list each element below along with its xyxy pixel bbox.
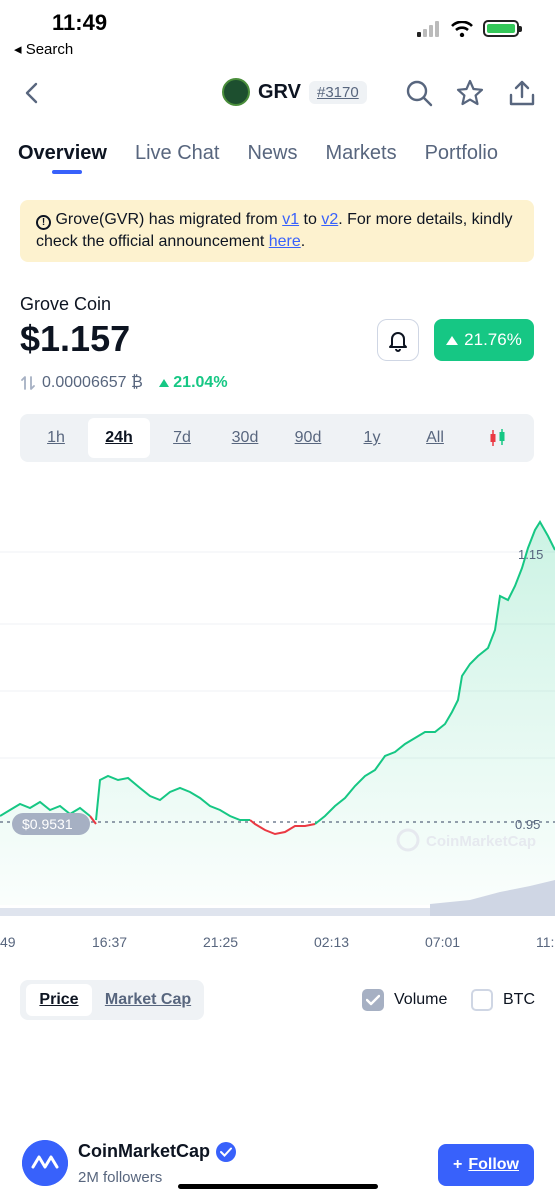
verified-badge-icon xyxy=(216,1141,237,1162)
coinmarketcap-logo xyxy=(22,1140,68,1186)
range-7d[interactable]: 7d xyxy=(158,418,206,458)
notice-link-v1[interactable]: v1 xyxy=(282,211,299,228)
x-axis-label: 07:01 xyxy=(425,934,461,950)
up-triangle-icon xyxy=(158,379,169,387)
btc-change-value: 21.04% xyxy=(173,374,228,391)
btc-change: 21.04% xyxy=(158,374,228,392)
x-axis-label: 11: xyxy=(536,934,555,950)
btc-price-row: 0.00006657 ₿ 21.04% xyxy=(20,374,228,392)
range-all[interactable]: All xyxy=(412,418,458,458)
wifi-icon xyxy=(451,20,473,37)
candlestick-icon[interactable] xyxy=(488,428,508,448)
plus-icon: + xyxy=(453,1156,463,1173)
tab-markets[interactable]: Markets xyxy=(325,142,396,165)
notice-link-v2[interactable]: v2 xyxy=(321,211,338,228)
rank-badge[interactable]: #3170 xyxy=(308,80,367,104)
time-range-selector: 1h 24h 7d 30d 90d 1y All xyxy=(20,414,534,462)
share-icon[interactable] xyxy=(507,78,537,108)
coin-symbol: GRV xyxy=(258,80,301,103)
up-triangle-icon xyxy=(446,335,459,345)
author-name-row: CoinMarketCap xyxy=(78,1141,237,1162)
battery-icon xyxy=(483,20,522,37)
coin-header: GRV #3170 xyxy=(222,78,367,106)
toggle-price[interactable]: Price xyxy=(26,984,92,1016)
back-icon[interactable] xyxy=(20,78,44,108)
tab-bar: Overview Live Chat News Markets Portfoli… xyxy=(18,142,498,165)
range-90d[interactable]: 90d xyxy=(283,418,333,458)
cellular-signal-icon xyxy=(417,20,439,37)
tab-live-chat[interactable]: Live Chat xyxy=(135,142,220,165)
price-tag: $0.9531 xyxy=(12,813,90,835)
volume-checkbox-row[interactable]: Volume xyxy=(362,989,447,1011)
follower-count: 2M followers xyxy=(78,1169,163,1186)
btc-checkbox-row[interactable]: BTC xyxy=(471,989,535,1011)
notice-text-4: . xyxy=(300,233,306,250)
range-30d[interactable]: 30d xyxy=(220,418,270,458)
follow-button[interactable]: + Follow xyxy=(438,1144,534,1186)
x-axis-label: 49 xyxy=(0,934,16,950)
price-alert-button[interactable] xyxy=(377,319,419,361)
notice-text-2: to xyxy=(299,211,322,228)
migration-notice: ! Grove(GVR) has migrated from v1 to v2.… xyxy=(20,200,534,262)
swap-arrows-icon xyxy=(21,376,35,390)
range-1y[interactable]: 1y xyxy=(350,418,394,458)
btc-checkbox[interactable] xyxy=(471,989,493,1011)
x-axis-label: 21:25 xyxy=(203,934,239,950)
tab-overview[interactable]: Overview xyxy=(18,142,107,165)
volume-checkbox[interactable] xyxy=(362,989,384,1011)
info-icon: ! xyxy=(36,215,51,230)
coin-logo xyxy=(222,78,250,106)
range-1h[interactable]: 1h xyxy=(32,418,80,458)
bell-icon xyxy=(389,332,407,352)
range-24h[interactable]: 24h xyxy=(88,418,150,458)
volume-label: Volume xyxy=(394,991,448,1008)
status-time: 11:49 xyxy=(52,10,108,35)
tab-active-indicator xyxy=(52,170,82,174)
price-change-value: 21.76% xyxy=(464,330,522,349)
chart-type-toggle: Price Market Cap xyxy=(20,980,204,1020)
y-axis-label-low: 0.95 xyxy=(515,817,540,832)
y-axis-label-high: 1.15 xyxy=(518,547,543,562)
tab-news[interactable]: News xyxy=(247,142,297,165)
checkmark-icon xyxy=(366,994,380,1006)
notice-text-1: Grove(GVR) has migrated from xyxy=(55,211,283,228)
tab-portfolio[interactable]: Portfolio xyxy=(425,142,498,165)
x-axis-label: 02:13 xyxy=(314,934,350,950)
coin-name: Grove Coin xyxy=(20,294,112,314)
btc-label: BTC xyxy=(503,991,535,1008)
price-tag-text: $0.9531 xyxy=(22,816,73,832)
coin-price: $1.157 xyxy=(20,318,131,359)
author-name: CoinMarketCap xyxy=(78,1141,211,1161)
btc-price: 0.00006657 ₿ xyxy=(42,374,143,391)
follow-label: Follow xyxy=(468,1156,519,1173)
notice-link-here[interactable]: here xyxy=(269,233,301,250)
status-back-link[interactable]: ◂ Search xyxy=(14,40,73,58)
star-icon[interactable] xyxy=(455,78,485,108)
status-icons xyxy=(417,20,522,37)
price-chart[interactable]: CoinMarketCap $0.9531 1.15 0.95 xyxy=(0,480,555,920)
price-change-badge: 21.76% xyxy=(434,319,534,361)
home-indicator xyxy=(178,1184,378,1189)
x-axis-label: 16:37 xyxy=(92,934,128,950)
watermark-text: CoinMarketCap xyxy=(426,833,536,850)
toggle-market-cap[interactable]: Market Cap xyxy=(96,984,200,1016)
search-icon[interactable] xyxy=(404,78,434,108)
